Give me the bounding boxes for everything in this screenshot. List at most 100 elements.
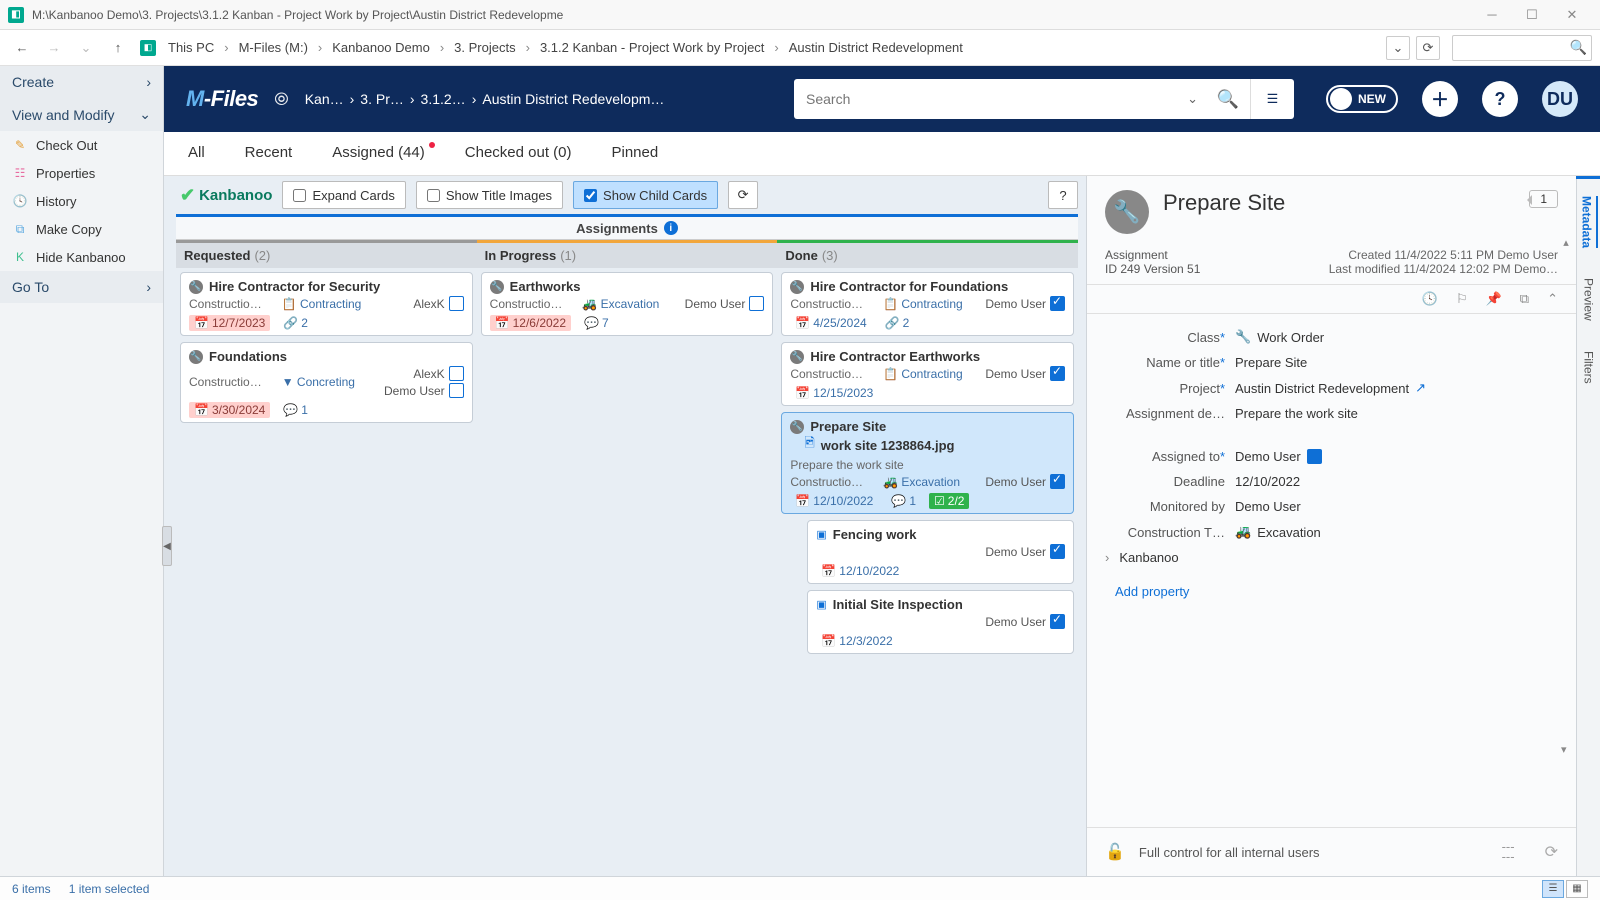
forward-button[interactable]: → [40, 34, 68, 62]
show-title-images-toggle[interactable]: Show Title Images [416, 181, 563, 209]
tag: 📋 Contracting [282, 297, 362, 311]
tab-checked-out[interactable]: Checked out (0) [465, 144, 572, 163]
show-child-cards-toggle[interactable]: Show Child Cards [573, 181, 718, 209]
tab-pinned[interactable]: Pinned [612, 144, 659, 163]
card-hire-earthworks[interactable]: 🔧Hire Contractor Earthworks Constructio…… [781, 342, 1074, 406]
add-property-link[interactable]: Add property [1087, 570, 1576, 613]
wrench-icon: 🔧 [189, 350, 203, 364]
create-button[interactable]: ＋ [1422, 81, 1458, 117]
collapse-handle[interactable]: ◀ [162, 526, 172, 566]
kanbanoo-group[interactable]: ›Kanbanoo [1087, 545, 1576, 570]
goto-label: Go To [12, 279, 49, 295]
crumb[interactable]: 3.1.2 Kanban - Project Work by Project [536, 40, 768, 55]
card-foundations[interactable]: 🔧Foundations Constructio…▼ Concreting Al… [180, 342, 473, 423]
modified-info: Last modified 11/4/2024 12:02 PM Demo… [1329, 262, 1558, 276]
bc-item[interactable]: Austin District Redevelopm… [482, 91, 664, 107]
metadata-toolbar: 🕓 ⚐ 📌 ⧉ ⌃ [1087, 284, 1576, 314]
chevron-right-icon: › [146, 279, 151, 295]
connection-icon[interactable]: ⦾ [274, 89, 288, 110]
window-title: M:\Kanbanoo Demo\3. Projects\3.1.2 Kanba… [32, 8, 1472, 22]
check-out-item[interactable]: ✎Check Out [0, 131, 163, 159]
tab-all[interactable]: All [188, 144, 205, 163]
assignment-icon: ▣ [816, 528, 826, 541]
back-button[interactable]: ← [8, 34, 36, 62]
permissions-footer: 🔓 Full control for all internal users --… [1087, 827, 1576, 876]
tab-metadata[interactable]: Metadata [1580, 196, 1598, 248]
properties-item[interactable]: ☷Properties [0, 159, 163, 187]
card-earthworks[interactable]: 🔧Earthworks Constructio…🚜 Excavation Dem… [481, 272, 774, 336]
collapse-icon[interactable]: ⌃ [1547, 291, 1558, 307]
comment-count-badge[interactable]: 1 [1529, 190, 1558, 208]
history-icon[interactable]: 🕓 [1422, 291, 1438, 307]
info-icon[interactable]: i [664, 221, 678, 235]
address-dropdown[interactable]: ⌄ [1386, 36, 1410, 60]
open-link-icon[interactable]: ↗ [1415, 380, 1426, 396]
tab-preview[interactable]: Preview [1582, 278, 1596, 321]
card-hire-security[interactable]: 🔧Hire Contractor for Security Constructi… [180, 272, 473, 336]
flag-icon[interactable]: ⚐ [1456, 291, 1468, 307]
search-options-button[interactable]: ☰ [1250, 79, 1294, 119]
sync-icon[interactable]: ⟳ [1545, 842, 1558, 862]
card-initial-inspection[interactable]: ▣Initial Site Inspection Demo User 📅 12/… [807, 590, 1074, 654]
history-item[interactable]: 🕓History [0, 187, 163, 215]
tab-assigned[interactable]: Assigned (44) [332, 144, 425, 163]
tab-recent[interactable]: Recent [245, 144, 293, 163]
properties-icon: ☷ [12, 165, 28, 181]
pin-icon[interactable]: 📌 [1486, 291, 1502, 307]
crumb[interactable]: This PC [164, 40, 218, 55]
lane-done: Done(3) 🔧Hire Contractor for Foundations… [777, 240, 1078, 876]
bc-item[interactable]: 3.1.2… [421, 91, 466, 107]
crumb[interactable]: Austin District Redevelopment [785, 40, 967, 55]
kanban-area: ◀ ✔Kanbanoo Expand Cards Show Title Imag… [164, 176, 1086, 876]
expand-cards-toggle[interactable]: Expand Cards [282, 181, 405, 209]
help-button[interactable]: ? [1482, 81, 1518, 117]
details-view-button[interactable]: ☰ [1542, 880, 1564, 898]
search-container: ⌄ 🔍 ☰ [794, 79, 1294, 119]
mfiles-logo: M-Files [186, 86, 258, 112]
make-copy-item[interactable]: ⧉Make Copy [0, 215, 163, 243]
excavation-icon: 🚜 [1235, 524, 1251, 540]
icons-view-button[interactable]: ▦ [1566, 880, 1588, 898]
card-hire-foundations[interactable]: 🔧Hire Contractor for Foundations Constru… [781, 272, 1074, 336]
wrench-icon: 🔧 [490, 280, 504, 294]
permission-text[interactable]: Full control for all internal users [1139, 845, 1320, 860]
explorer-search[interactable]: 🔍 [1452, 35, 1592, 61]
notification-dot [429, 142, 435, 148]
card-prepare-site[interactable]: 🔧Prepare Site 🖻work site 1238864.jpg Pre… [781, 412, 1074, 514]
kanbanoo-logo: ✔Kanbanoo [180, 185, 272, 206]
view-modify-section[interactable]: View and Modify⌄ [0, 98, 163, 131]
refresh-button[interactable]: ⟳ [1416, 36, 1440, 60]
refresh-board-button[interactable]: ⟳ [728, 181, 758, 209]
close-button[interactable]: ✕ [1552, 3, 1592, 27]
due-date: 📅 3/30/2024 [189, 402, 270, 418]
board-help-button[interactable]: ? [1048, 181, 1078, 209]
maximize-button[interactable]: ☐ [1512, 3, 1552, 27]
kanban-toolbar: ✔Kanbanoo Expand Cards Show Title Images… [176, 176, 1086, 214]
search-input[interactable] [794, 91, 1179, 107]
comments: 💬1 [278, 402, 313, 418]
user-avatar[interactable]: DU [1542, 81, 1578, 117]
kanbanoo-icon: K [12, 249, 28, 265]
file-icon: 🖻 [804, 434, 814, 456]
scrollbar[interactable]: ▴▾ [1558, 236, 1574, 756]
goto-section[interactable]: Go To › [0, 271, 163, 303]
bc-item[interactable]: 3. Pr… [360, 91, 404, 107]
bc-item[interactable]: Kan… [305, 91, 344, 107]
popout-icon[interactable]: ⧉ [1520, 291, 1529, 307]
tab-filters[interactable]: Filters [1582, 351, 1596, 384]
object-type-icon: 🔧 [1105, 190, 1149, 234]
card-fencing[interactable]: ▣Fencing work Demo User 📅 12/10/2022 [807, 520, 1074, 584]
crumb[interactable]: M-Files (M:) [235, 40, 312, 55]
crumb[interactable]: Kanbanoo Demo [328, 40, 434, 55]
create-section[interactable]: Create› [0, 66, 163, 98]
recent-dropdown[interactable]: ⌄ [72, 34, 100, 62]
search-scope-dropdown[interactable]: ⌄ [1179, 91, 1206, 107]
vault-icon: ◧ [140, 40, 156, 56]
new-ui-toggle[interactable]: NEW [1326, 85, 1398, 113]
search-button[interactable]: 🔍 [1206, 79, 1250, 119]
hide-kanbanoo-item[interactable]: KHide Kanbanoo [0, 243, 163, 271]
minimize-button[interactable]: ─ [1472, 3, 1512, 27]
crumb[interactable]: 3. Projects [450, 40, 519, 55]
up-button[interactable]: ↑ [104, 34, 132, 62]
app-icon: ◧ [8, 7, 24, 23]
